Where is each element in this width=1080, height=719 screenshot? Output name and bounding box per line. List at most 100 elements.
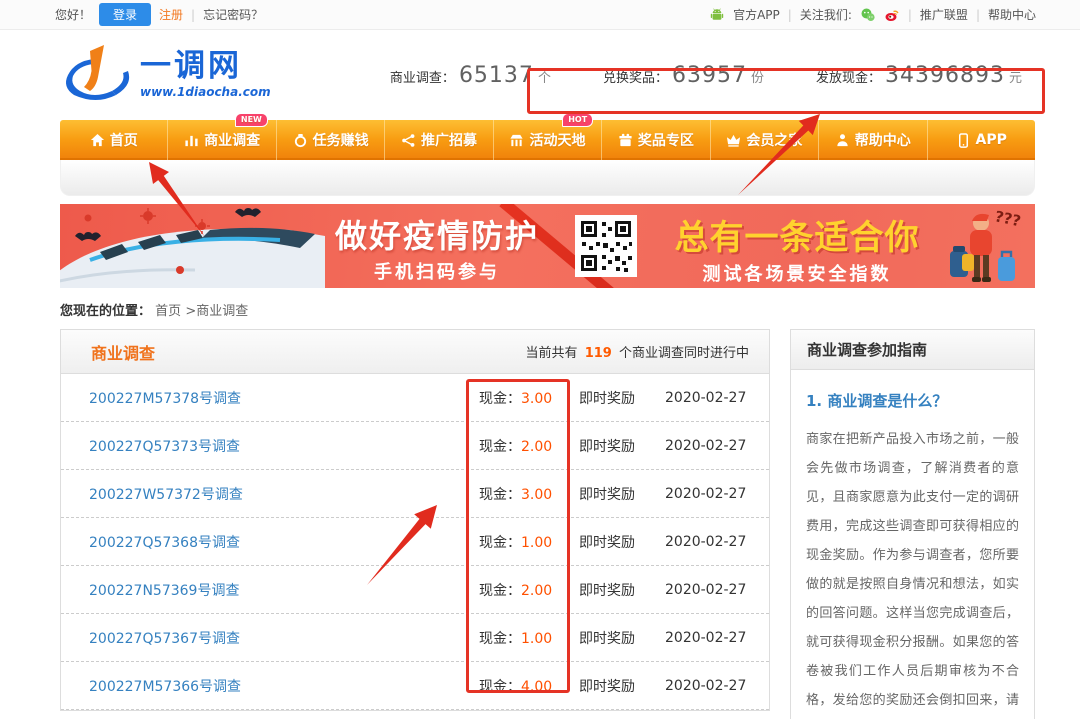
nav-item-activities[interactable]: HOT 活动天地 (493, 120, 601, 160)
logo-mark-icon (60, 43, 138, 107)
banner-title-left: 做好疫情防护 (323, 211, 551, 257)
cash-value: 3.00 (521, 487, 552, 503)
reward-cell: 即时奖励 (579, 676, 665, 696)
count-number: 119 (582, 346, 615, 361)
date-cell: 2020-02-27 (665, 486, 747, 502)
new-badge: NEW (235, 113, 268, 127)
person-icon (835, 133, 850, 148)
nav-item-members[interactable]: 会员之家 (710, 120, 818, 160)
banner-left-text: 做好疫情防护 手机扫码参与 (323, 211, 551, 284)
nav-item-label: 奖品专区 (638, 130, 694, 150)
cash-label: 现金： (479, 631, 521, 647)
stat-cash: 发放现金： 34396893 元 (816, 63, 1022, 88)
survey-link[interactable]: 200227Q57367号调查 (89, 628, 479, 648)
cash-cell: 现金：2.00 (479, 436, 579, 456)
crown-icon (726, 133, 741, 148)
register-link[interactable]: 注册 (159, 6, 183, 23)
nav-item-tasks[interactable]: 任务赚钱 (276, 120, 384, 160)
weibo-icon[interactable] (884, 7, 900, 23)
stat-unit: 份 (751, 67, 764, 86)
reward-cell: 即时奖励 (579, 436, 665, 456)
sub-nav-bar (60, 160, 1035, 196)
nav-item-home[interactable]: 首页 (60, 120, 167, 160)
survey-link[interactable]: 200227Q57368号调查 (89, 532, 479, 552)
building-icon (509, 133, 524, 148)
cash-label: 现金： (479, 487, 521, 503)
stat-value: 63957 (672, 63, 747, 88)
promo-alliance-link[interactable]: 推广联盟 (920, 6, 968, 23)
survey-list-panel: 商业调查 当前共有 119 个商业调查同时进行中 200227M57378号调查… (60, 329, 770, 711)
site-logo[interactable]: 一调网 www.1diaocha.com (60, 43, 271, 107)
help-center-link[interactable]: 帮助中心 (988, 6, 1036, 23)
nav-item-business-survey[interactable]: NEW 商业调查 (167, 120, 275, 160)
table-row: 200227N57369号调查 现金：2.00 即时奖励 2020-02-27 (61, 566, 769, 614)
stat-surveys: 商业调查： 65137 个 (390, 63, 551, 88)
nav-item-label: 帮助中心 (855, 130, 911, 150)
nav-item-label: 推广招募 (421, 130, 477, 150)
table-row: 200227M57366号调查 现金：4.00 即时奖励 2020-02-27 (61, 662, 769, 710)
cash-cell: 现金：4.00 (479, 676, 579, 696)
official-app-link[interactable]: 官方APP (733, 6, 780, 23)
train-illustration (60, 204, 325, 288)
survey-link[interactable]: 200227W57372号调查 (89, 484, 479, 504)
table-row: 200227M57378号调查 现金：3.00 即时奖励 2020-02-27 (61, 374, 769, 422)
stat-value: 65137 (459, 63, 534, 88)
divider: | (191, 8, 195, 22)
cash-label: 现金： (479, 583, 521, 599)
traveler-illustration: ??? (936, 205, 1032, 287)
promo-banner[interactable]: 做好疫情防护 手机扫码参与 总有一条适合你 测试各场景安全指数 ??? (60, 204, 1035, 288)
count-prefix: 当前共有 (526, 346, 578, 361)
survey-panel-header: 商业调查 当前共有 119 个商业调查同时进行中 (61, 330, 769, 374)
nav-item-label: 会员之家 (746, 130, 802, 150)
table-row: 200227W57372号调查 现金：3.00 即时奖励 2020-02-27 (61, 470, 769, 518)
date-cell: 2020-02-27 (665, 534, 747, 550)
breadcrumb: 您现在的位置： 首页 >商业调查 (60, 300, 1080, 319)
stat-label: 发放现金： (816, 67, 881, 86)
cash-value: 4.00 (521, 679, 552, 695)
android-icon (709, 7, 725, 23)
table-row: 200227Q57367号调查 现金：1.00 即时奖励 2020-02-27 (61, 614, 769, 662)
nav-item-recruit[interactable]: 推广招募 (384, 120, 492, 160)
banner-subtitle-right: 测试各场景安全指数 (652, 260, 942, 286)
login-button[interactable]: 登录 (99, 3, 151, 26)
follow-us-label: 关注我们: (800, 6, 852, 23)
nav-item-help[interactable]: 帮助中心 (818, 120, 926, 160)
main-content: 商业调查 当前共有 119 个商业调查同时进行中 200227M57378号调查… (60, 329, 1035, 719)
survey-link[interactable]: 200227M57378号调查 (89, 388, 479, 408)
hot-badge: HOT (562, 113, 593, 127)
reward-cell: 即时奖励 (579, 484, 665, 504)
breadcrumb-separator: > (185, 304, 196, 319)
stat-unit: 元 (1009, 67, 1022, 86)
divider: | (788, 8, 792, 22)
nav-item-label: 首页 (110, 130, 138, 150)
home-icon (90, 133, 105, 148)
forgot-password-link[interactable]: 忘记密码？ (203, 6, 263, 23)
reward-cell: 即时奖励 (579, 628, 665, 648)
date-cell: 2020-02-27 (665, 582, 747, 598)
cash-label: 现金： (479, 439, 521, 455)
banner-title-right: 总有一条适合你 (652, 210, 942, 259)
logo-url: www.1diaocha.com (140, 85, 271, 99)
survey-link[interactable]: 200227Q57373号调查 (89, 436, 479, 456)
greeting-text: 您好！ (55, 6, 91, 23)
survey-panel-title: 商业调查 (91, 340, 155, 364)
cash-cell: 现金：3.00 (479, 484, 579, 504)
stat-prizes: 兑换奖品： 63957 份 (603, 63, 764, 88)
survey-link[interactable]: 200227M57366号调查 (89, 676, 479, 696)
wechat-icon[interactable] (860, 7, 876, 23)
breadcrumb-home-link[interactable]: 首页 (155, 304, 181, 319)
nav-item-label: 活动天地 (529, 130, 585, 150)
cash-cell: 现金：1.00 (479, 532, 579, 552)
guide-question-1[interactable]: 1. 商业调查是什么？ (806, 390, 1019, 411)
topbar-links-area: 官方APP | 关注我们: | 推广联盟 | 帮助中心 (709, 6, 1036, 23)
guide-panel-body: 1. 商业调查是什么？ 商家在把新产品投入市场之前，一般会先做市场调查，了解消费… (791, 370, 1034, 719)
nav-item-app[interactable]: APP (927, 120, 1035, 160)
date-cell: 2020-02-27 (665, 438, 747, 454)
date-cell: 2020-02-27 (665, 390, 747, 406)
cash-value: 2.00 (521, 583, 552, 599)
reward-cell: 即时奖励 (579, 388, 665, 408)
survey-link[interactable]: 200227N57369号调查 (89, 580, 479, 600)
guide-paragraph-1: 商家在把新产品投入市场之前，一般会先做市场调查，了解消费者的意见，且商家愿意为此… (806, 425, 1019, 719)
nav-item-prizes[interactable]: 奖品专区 (601, 120, 709, 160)
gift-icon (618, 133, 633, 148)
